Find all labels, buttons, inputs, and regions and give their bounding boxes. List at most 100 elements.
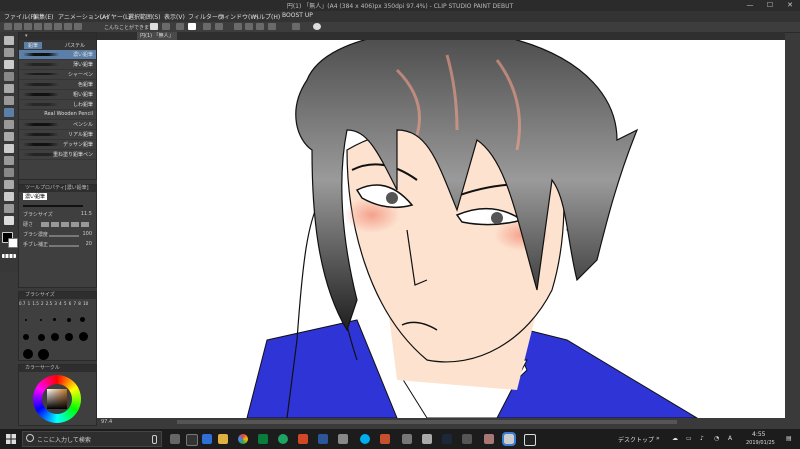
view-icon[interactable] <box>150 23 158 30</box>
brush-item[interactable]: 重ね塗り鉛筆ペン <box>19 150 96 160</box>
ruler-icon[interactable] <box>215 23 223 30</box>
vertical-scrollbar[interactable] <box>785 40 800 426</box>
snap-special-icon[interactable] <box>256 23 264 30</box>
pen-tool-icon[interactable] <box>4 96 14 105</box>
size-option[interactable]: 8 <box>78 301 81 306</box>
network-icon[interactable]: ▭ <box>686 435 692 442</box>
save-icon[interactable] <box>24 23 32 30</box>
size-option[interactable]: 2.5 <box>46 301 52 306</box>
color-swatch-icon[interactable] <box>188 23 196 30</box>
size-option[interactable]: 10 <box>83 301 88 306</box>
airbrush-tool-icon[interactable] <box>4 132 14 141</box>
fill-tool-icon[interactable] <box>4 168 14 177</box>
hardness-selector[interactable] <box>41 222 89 227</box>
line-icon[interactable] <box>278 434 288 444</box>
new-icon[interactable] <box>4 23 12 30</box>
word-icon[interactable] <box>318 434 328 444</box>
help-icon[interactable] <box>313 23 321 30</box>
eyedropper-tool-icon[interactable] <box>4 84 14 93</box>
brush-item[interactable]: しわ鉛筆 <box>19 100 96 110</box>
canvas-area[interactable] <box>97 40 785 418</box>
snap-grid-icon[interactable] <box>245 23 253 30</box>
fill-icon[interactable] <box>74 23 82 30</box>
transparent-color-swatch[interactable] <box>2 254 16 258</box>
frame-tool-icon[interactable] <box>4 204 14 213</box>
brush-item[interactable]: シャーペン <box>19 70 96 80</box>
ime-indicator[interactable]: A <box>728 435 732 442</box>
brush-tip-icon[interactable] <box>292 23 300 30</box>
color-mode-icon[interactable] <box>176 23 184 30</box>
clock-date[interactable]: 2019/01/25 <box>746 440 775 446</box>
d-app-icon[interactable] <box>524 434 536 446</box>
brush-item[interactable]: デッサン鉛筆 <box>19 140 96 150</box>
brush-item[interactable]: 薄い鉛筆 <box>19 60 96 70</box>
blend-tool-icon[interactable] <box>4 156 14 165</box>
menu-file[interactable]: ファイル(F) <box>4 12 36 21</box>
minimize-button[interactable]: — <box>740 0 760 11</box>
hardness-row[interactable]: 硬さ <box>19 220 96 230</box>
color-wheel[interactable] <box>33 375 81 423</box>
brush-item[interactable]: 粗い鉛筆 <box>19 90 96 100</box>
menu-edit[interactable]: 編集(E) <box>33 12 53 21</box>
close-button[interactable]: ✕ <box>780 0 800 11</box>
menu-boost-up[interactable]: BOOST UP <box>282 12 313 19</box>
fit-icon[interactable] <box>268 23 276 30</box>
text-tool-icon[interactable] <box>4 216 14 225</box>
layer-icon[interactable] <box>162 23 170 30</box>
clock-time[interactable]: 4:55 <box>752 431 765 438</box>
windows-start-icon[interactable] <box>6 434 16 444</box>
office-icon[interactable] <box>380 434 390 444</box>
menu-layer[interactable]: レイヤー(L) <box>99 12 131 21</box>
size-option[interactable]: 1.5 <box>32 301 38 306</box>
brush-item[interactable]: 濃い鉛筆 <box>19 50 96 60</box>
transform-icon[interactable] <box>54 23 62 30</box>
zoom-tool-icon[interactable] <box>4 36 14 45</box>
size-option[interactable]: 7 <box>74 301 77 306</box>
brush-density-slider[interactable] <box>49 235 79 237</box>
size-option[interactable]: 0.7 <box>19 301 25 306</box>
edge-icon[interactable] <box>202 434 212 444</box>
maximize-button[interactable]: ☐ <box>760 0 780 11</box>
menu-help[interactable]: ヘルプ(H) <box>253 12 280 21</box>
tray-chevron-icon[interactable]: » <box>656 435 660 442</box>
brush-tool-icon[interactable] <box>4 120 14 129</box>
brush-item[interactable]: リアル鉛筆 <box>19 130 96 140</box>
brush-item[interactable]: ペンシル <box>19 120 96 130</box>
stabilization-slider[interactable] <box>49 245 79 247</box>
brush-density-row[interactable]: ブラシ濃度 100 <box>19 230 96 240</box>
brush-item[interactable]: Real Wooden Pencil <box>19 110 96 120</box>
zoom-level[interactable]: 97.4 <box>101 419 112 425</box>
tab-pencil[interactable]: 鉛筆 <box>24 42 43 49</box>
size-option[interactable]: 4 <box>59 301 62 306</box>
notification-icon[interactable]: ▤ <box>786 435 792 442</box>
onedrive-icon[interactable]: ☁ <box>672 435 678 442</box>
horizontal-scrollbar[interactable] <box>177 420 677 424</box>
grid-icon[interactable] <box>203 23 211 30</box>
steam-icon[interactable] <box>442 434 452 444</box>
mail-icon[interactable] <box>338 434 348 444</box>
figure-tool-icon[interactable] <box>4 192 14 201</box>
clip-studio-icon[interactable] <box>502 432 516 446</box>
undo-icon[interactable] <box>34 23 42 30</box>
settings-icon[interactable] <box>402 434 412 444</box>
snap-icon[interactable] <box>234 23 242 30</box>
photos-icon[interactable] <box>422 434 432 444</box>
color-square[interactable] <box>47 389 67 409</box>
menu-selection[interactable]: 選択範囲(S) <box>128 12 161 21</box>
lasso-tool-icon[interactable] <box>4 72 14 81</box>
brush-item[interactable]: 色鉛筆 <box>19 80 96 90</box>
sub-color-swatch[interactable] <box>8 238 18 248</box>
app-icon[interactable] <box>462 434 472 444</box>
open-icon[interactable] <box>14 23 22 30</box>
desktop-label[interactable]: デスクトップ <box>618 435 654 444</box>
brush-size-row[interactable]: ブラシサイズ 11.5 <box>19 210 96 220</box>
excel-icon[interactable] <box>258 434 268 444</box>
size-option[interactable]: 6 <box>69 301 72 306</box>
stabilization-row[interactable]: 手ブレ補正 20 <box>19 240 96 250</box>
select-tool-icon[interactable] <box>4 60 14 69</box>
skype-icon[interactable] <box>360 434 370 444</box>
size-option[interactable]: 2 <box>41 301 44 306</box>
menu-view[interactable]: 表示(V) <box>164 12 185 21</box>
size-option[interactable]: 1 <box>28 301 31 306</box>
eraser-tool-icon[interactable] <box>4 144 14 153</box>
